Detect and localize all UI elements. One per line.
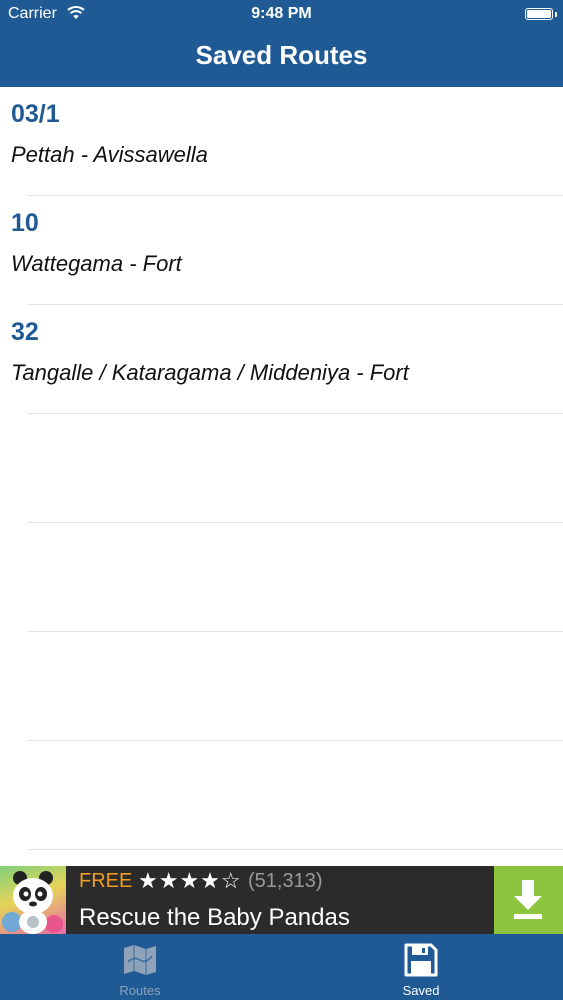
route-row[interactable]: 03/1 Pettah - Avissawella bbox=[0, 87, 563, 196]
empty-row bbox=[0, 632, 563, 741]
download-icon bbox=[514, 880, 542, 919]
empty-row bbox=[0, 523, 563, 632]
ad-app-icon[interactable] bbox=[0, 866, 66, 934]
tab-saved[interactable]: Saved bbox=[351, 934, 491, 1000]
status-bar: Carrier 9:48 PM bbox=[0, 0, 563, 28]
route-name: Pettah - Avissawella bbox=[11, 142, 208, 167]
route-row[interactable]: 32 Tangalle / Kataragama / Middeniya - F… bbox=[0, 305, 563, 414]
row-separator bbox=[28, 849, 563, 850]
route-number: 03/1 bbox=[11, 100, 60, 128]
route-name: Wattegama - Fort bbox=[11, 251, 182, 276]
ad-rating-count: (51,313) bbox=[248, 870, 323, 892]
route-number: 32 bbox=[11, 318, 39, 346]
status-time: 9:48 PM bbox=[251, 5, 312, 22]
route-number: 10 bbox=[11, 209, 39, 237]
ad-download-button[interactable] bbox=[494, 866, 563, 934]
tab-bar: Routes Saved bbox=[0, 934, 563, 1000]
route-row[interactable]: 10 Wattegama - Fort bbox=[0, 196, 563, 305]
page-title: Saved Routes bbox=[195, 40, 368, 70]
ad-banner[interactable]: FREE ★★★★☆ (51,313) Rescue the Baby Pand… bbox=[0, 866, 563, 934]
ad-free-label: FREE bbox=[79, 870, 133, 892]
header: Carrier 9:48 PM Saved Routes bbox=[0, 0, 563, 87]
battery-cap bbox=[555, 12, 557, 17]
panda-icon bbox=[2, 871, 63, 934]
save-icon bbox=[404, 943, 438, 977]
route-name: Tangalle / Kataragama / Middeniya - Fort bbox=[11, 360, 409, 385]
ad-rating-stars: ★★★★☆ bbox=[138, 868, 242, 893]
map-icon bbox=[124, 945, 156, 975]
tab-saved-label: Saved bbox=[402, 983, 440, 998]
empty-row bbox=[0, 414, 563, 523]
ad-title: Rescue the Baby Pandas bbox=[79, 904, 350, 931]
saved-routes-list: 03/1 Pettah - Avissawella 10 Wattegama -… bbox=[0, 87, 563, 850]
tab-routes[interactable]: Routes bbox=[70, 934, 210, 1000]
empty-row bbox=[0, 741, 563, 850]
tab-routes-label: Routes bbox=[119, 983, 161, 998]
battery-icon bbox=[525, 8, 553, 20]
